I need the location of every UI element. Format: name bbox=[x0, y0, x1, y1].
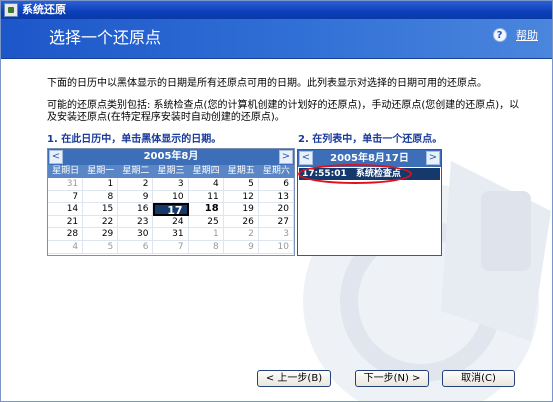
step1-instruction: 1. 在此日历中，单击黑体显示的日期。 bbox=[47, 134, 222, 145]
calendar-day[interactable]: 31 bbox=[48, 178, 84, 191]
calendar-day[interactable]: 10 bbox=[153, 190, 189, 204]
calendar-day[interactable]: 24 bbox=[153, 215, 189, 229]
calendar-day[interactable]: 11 bbox=[188, 190, 224, 204]
calendar-day[interactable]: 6 bbox=[258, 178, 294, 191]
calendar-day[interactable]: 16 bbox=[118, 203, 154, 216]
calendar-day[interactable]: 2 bbox=[118, 178, 154, 191]
help-icon[interactable]: ? bbox=[492, 28, 507, 42]
calendar-day[interactable]: 14 bbox=[48, 203, 84, 216]
title-bar[interactable]: 系统还原 bbox=[1, 1, 552, 19]
header-banner: 选择一个还原点 ? 帮助 bbox=[1, 19, 552, 59]
restore-point-time: 17:55:01 bbox=[302, 169, 347, 179]
intro-text: 下面的日历中以黑体显示的日期是所有还原点可用的日期。此列表显示对选择的日期可用的… bbox=[47, 78, 487, 89]
calendar-day[interactable]: 19 bbox=[223, 203, 259, 216]
restore-point-name: 系统检查点 bbox=[355, 169, 401, 179]
help-link[interactable]: 帮助 bbox=[516, 29, 538, 42]
calendar-day[interactable]: 9 bbox=[223, 240, 259, 254]
weekday-label: 星期四 bbox=[192, 166, 220, 176]
calendar-day[interactable]: 5 bbox=[223, 178, 259, 191]
calendar-day[interactable]: 7 bbox=[153, 240, 189, 254]
calendar-day[interactable]: 22 bbox=[83, 215, 119, 229]
calendar-day[interactable]: 3 bbox=[153, 178, 189, 191]
list-date-label: 2005年8月17日 bbox=[330, 153, 409, 164]
calendar-day[interactable]: 9 bbox=[118, 190, 154, 204]
calendar-day[interactable]: 8 bbox=[83, 190, 119, 204]
calendar-day[interactable]: 7 bbox=[48, 190, 84, 204]
calendar-day[interactable]: 29 bbox=[83, 228, 119, 241]
calendar-day[interactable]: 20 bbox=[258, 203, 294, 216]
window-title: 系统还原 bbox=[22, 3, 66, 16]
calendar-day[interactable]: 30 bbox=[118, 228, 154, 241]
cancel-button[interactable]: 取消(C) bbox=[442, 370, 515, 387]
back-button[interactable]: < 上一步(B) bbox=[257, 370, 331, 387]
weekday-label: 星期六 bbox=[262, 166, 290, 176]
weekday-label: 星期五 bbox=[227, 166, 255, 176]
calendar-day[interactable]: 28 bbox=[48, 228, 84, 241]
restore-calendar: < 2005年8月 > 星期日 星期一 星期二 星期三 星期四 星期五 星期六 … bbox=[47, 148, 295, 256]
step2-instruction: 2. 在列表中，单击一个还原点。 bbox=[298, 134, 443, 145]
calendar-day[interactable]: 1 bbox=[83, 178, 119, 191]
restore-point-item[interactable]: 17:55:01 系统检查点 bbox=[299, 168, 440, 180]
page-title: 选择一个还原点 bbox=[49, 28, 162, 47]
calendar-day[interactable]: 3 bbox=[258, 228, 294, 241]
restore-point-types-text: 可能的还原点类别包括: 系统检查点(您的计算机创建的计划好的还原点)，手动还原点… bbox=[47, 100, 520, 123]
help-area: ? 帮助 bbox=[492, 27, 538, 43]
calendar-day-grid: 31 1 2 3 4 5 6 7 8 9 10 11 12 13 14 15 16 17 18 19 20 21 22 23 2… bbox=[48, 178, 294, 254]
weekday-label: 星期三 bbox=[157, 166, 185, 176]
calendar-day[interactable]: 18 bbox=[188, 203, 224, 216]
next-month-button[interactable]: > bbox=[279, 150, 293, 164]
calendar-day[interactable]: 12 bbox=[223, 190, 259, 204]
calendar-header: < 2005年8月 > bbox=[48, 149, 294, 165]
weekday-label: 星期二 bbox=[122, 166, 150, 176]
calendar-month-label: 2005年8月 bbox=[143, 151, 199, 162]
calendar-day[interactable]: 8 bbox=[188, 240, 224, 254]
calendar-day[interactable]: 5 bbox=[83, 240, 119, 254]
list-header: < 2005年8月17日 > bbox=[298, 150, 441, 167]
calendar-day[interactable]: 27 bbox=[258, 215, 294, 229]
weekday-label: 星期一 bbox=[87, 166, 115, 176]
calendar-day[interactable]: 1 bbox=[188, 228, 224, 241]
calendar-day[interactable]: 6 bbox=[118, 240, 154, 254]
calendar-day[interactable]: 21 bbox=[48, 215, 84, 229]
restore-point-list: < 2005年8月17日 > 17:55:01 系统检查点 bbox=[297, 149, 442, 256]
calendar-day[interactable]: 23 bbox=[118, 215, 154, 229]
system-restore-window: 系统还原 选择一个还原点 ? 帮助 下面的日历中以黑体显示的日期是所有还原点可用… bbox=[0, 0, 553, 402]
calendar-day-selected[interactable]: 17 bbox=[153, 203, 189, 217]
calendar-day[interactable]: 26 bbox=[223, 215, 259, 229]
calendar-day[interactable]: 4 bbox=[188, 178, 224, 191]
weekday-header-row: 星期日 星期一 星期二 星期三 星期四 星期五 星期六 bbox=[48, 165, 294, 178]
next-button[interactable]: 下一步(N) > bbox=[355, 370, 429, 387]
calendar-day[interactable]: 10 bbox=[258, 240, 294, 254]
calendar-day[interactable]: 31 bbox=[153, 228, 189, 241]
calendar-day[interactable]: 25 bbox=[188, 215, 224, 229]
calendar-day[interactable]: 13 bbox=[258, 190, 294, 204]
next-day-button[interactable]: > bbox=[426, 151, 440, 165]
system-restore-icon bbox=[4, 3, 18, 17]
weekday-label: 星期日 bbox=[52, 166, 80, 176]
calendar-day[interactable]: 15 bbox=[83, 203, 119, 216]
calendar-day[interactable]: 4 bbox=[48, 240, 84, 254]
calendar-day[interactable]: 2 bbox=[223, 228, 259, 241]
